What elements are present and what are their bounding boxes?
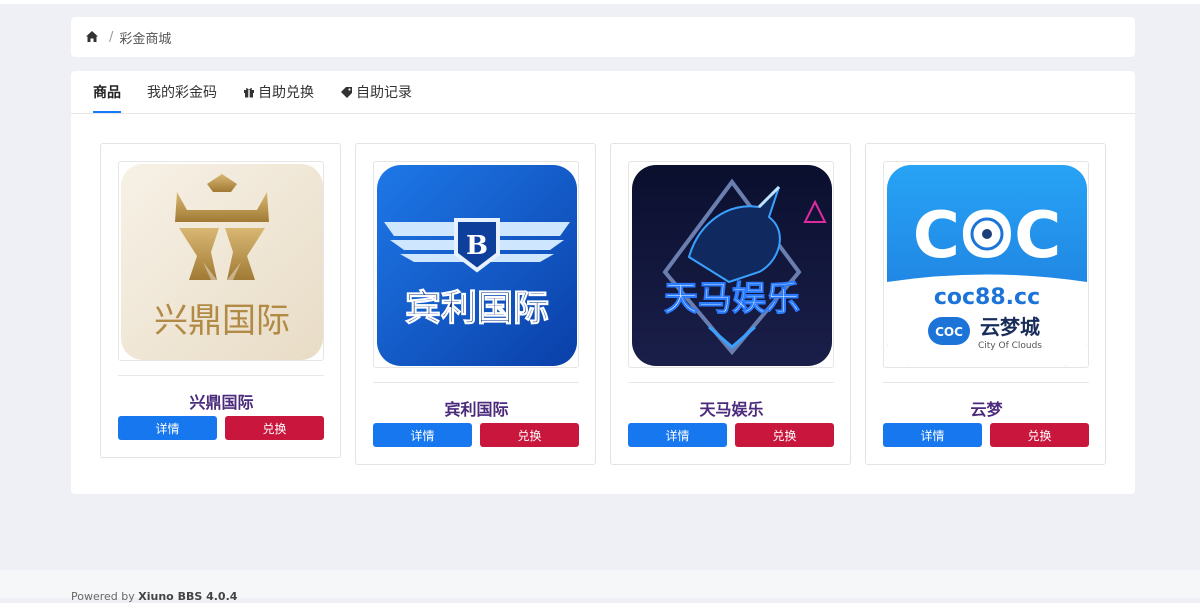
logo-domain: coc88.cc: [934, 285, 1040, 310]
product-title: 兴鼎国际: [189, 393, 254, 412]
logo-text: 宾利国际: [405, 288, 549, 329]
tab-label: 商品: [93, 85, 121, 101]
tab-bar: 商品 我的彩金码 自助兑换 自助记录: [71, 71, 1135, 114]
logo-text: 天马娱乐: [664, 279, 800, 319]
product-logo-binli[interactable]: B 宾利国际: [373, 161, 579, 368]
exchange-button[interactable]: 兑换: [735, 423, 834, 447]
card-divider: [118, 375, 324, 376]
tab-my-codes[interactable]: 我的彩金码: [147, 82, 217, 113]
card-divider: [628, 382, 834, 383]
detail-button[interactable]: 详情: [883, 423, 982, 447]
footer: Powered by Xiuno BBS 4.0.4: [0, 570, 1200, 603]
breadcrumb: / 彩金商城: [71, 17, 1135, 57]
home-icon[interactable]: [85, 30, 99, 44]
product-logo-xingding[interactable]: 兴鼎国际: [118, 161, 324, 361]
tab-products[interactable]: 商品: [93, 82, 121, 113]
product-card: COC coc88.cc COC 云梦城 City Of Clouds 云梦 详…: [865, 143, 1106, 465]
footer-prefix: Powered by: [71, 590, 135, 603]
exchange-button[interactable]: 兑换: [225, 416, 324, 440]
exchange-button[interactable]: 兑换: [480, 423, 579, 447]
logo-brand: 云梦城: [980, 315, 1040, 339]
detail-button[interactable]: 详情: [373, 423, 472, 447]
footer-text: Powered by Xiuno BBS 4.0.4: [71, 590, 237, 603]
product-title: 宾利国际: [444, 400, 509, 419]
top-strip: [0, 0, 1200, 4]
tab-label: 自助兑换: [258, 85, 314, 101]
product-logo-tianma[interactable]: 天马娱乐: [628, 161, 834, 368]
product-card: 兴鼎国际 兴鼎国际 详情 兑换: [100, 143, 341, 458]
tag-icon: [341, 87, 352, 98]
card-divider: [883, 382, 1089, 383]
card-divider: [373, 382, 579, 383]
tab-label: 自助记录: [356, 85, 412, 101]
product-logo-yunmeng[interactable]: COC coc88.cc COC 云梦城 City Of Clouds: [883, 161, 1089, 368]
logo-badge: COC: [935, 325, 963, 339]
breadcrumb-separator: /: [109, 29, 114, 45]
product-card: B 宾利国际 宾利国际 详情 兑换: [355, 143, 596, 465]
product-title: 天马娱乐: [699, 400, 764, 419]
tab-self-records[interactable]: 自助记录: [340, 82, 412, 113]
detail-button[interactable]: 详情: [118, 416, 217, 440]
logo-sub: City Of Clouds: [978, 341, 1042, 351]
logo-text: 兴鼎国际: [154, 301, 290, 341]
logo-badge: B: [466, 231, 488, 261]
shop-panel: 商品 我的彩金码 自助兑换 自助记录 兴鼎国际 兴鼎国际 详情 兑换 B 宾利国…: [71, 71, 1135, 494]
tab-self-exchange[interactable]: 自助兑换: [243, 82, 314, 113]
detail-button[interactable]: 详情: [628, 423, 727, 447]
product-card: 天马娱乐 天马娱乐 详情 兑换: [610, 143, 851, 465]
exchange-button[interactable]: 兑换: [990, 423, 1089, 447]
footer-brand-link[interactable]: Xiuno BBS 4.0.4: [138, 590, 237, 603]
breadcrumb-current: 彩金商城: [119, 31, 172, 47]
tab-label: 我的彩金码: [147, 85, 217, 101]
gift-icon: [244, 88, 254, 98]
product-title: 云梦: [970, 400, 1003, 419]
